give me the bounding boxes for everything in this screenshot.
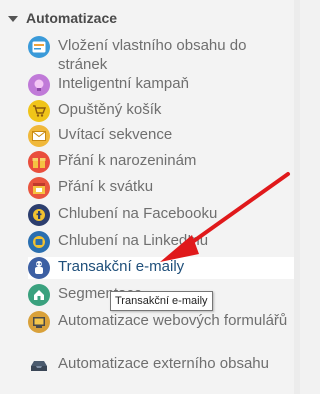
menu-item-label: Uvítací sekvence — [58, 126, 173, 143]
caret-down-icon — [8, 16, 18, 22]
menu-item-opusteny-kosik[interactable]: Opuštěný košík — [28, 100, 298, 122]
menu-item-label: Transakční e-maily — [58, 258, 185, 275]
menu-item-label: Chlubení na Facebooku — [58, 205, 218, 222]
menu-item-uvitaci-sekvence[interactable]: Uvítací sekvence — [28, 125, 298, 147]
menu-item-label: Vložení vlastního obsahu do stránek — [58, 37, 247, 73]
menu-item-label: Inteligentní kampaň — [58, 75, 189, 92]
menu-item-vlozeni-obsahu[interactable]: Vložení vlastního obsahu do stránek — [28, 36, 298, 74]
tooltip: Transakční e-maily — [110, 291, 213, 311]
menu-item-label: Automatizace externího obsahu — [58, 355, 269, 372]
menu-item-inteligentni-kampan[interactable]: Inteligentní kampaň — [28, 74, 298, 96]
menu-item-prani-k-svatku[interactable]: Přání k svátku — [28, 177, 298, 199]
menu-item-label: Přání k narozeninám — [58, 152, 197, 169]
automation-panel: Automatizace Vložení vlastního obsahu do… — [0, 0, 300, 394]
menu-item-label: Přání k svátku — [58, 178, 154, 195]
menu-item-facebook[interactable]: Chlubení na Facebooku — [28, 204, 298, 226]
external-inbox-icon — [28, 354, 50, 376]
shopping-cart-icon — [28, 100, 50, 122]
segment-house-icon — [28, 284, 50, 306]
menu-item-prani-k-narozeninam[interactable]: Přání k narozeninám — [28, 151, 298, 173]
brain-icon — [28, 74, 50, 96]
menu-item-linkedin[interactable]: Chlubení na LinkedInu — [28, 231, 298, 253]
menu-item-label: Opuštěný košík — [58, 101, 162, 118]
robot-icon — [28, 257, 50, 279]
embed-content-icon — [28, 36, 50, 58]
linkedin-icon — [28, 231, 50, 253]
envelope-icon — [28, 125, 50, 147]
menu-item-label: Automatizace webových formulářů — [58, 312, 288, 329]
web-form-icon — [28, 311, 50, 333]
section-header-automatizace[interactable]: Automatizace — [8, 8, 117, 28]
facebook-icon — [28, 204, 50, 226]
menu-item-transakcni-emaily[interactable]: Transakční e-maily — [28, 257, 294, 279]
menu-item-label: Chlubení na LinkedInu — [58, 232, 209, 249]
gift-icon — [28, 151, 50, 173]
menu-item-webove-formulare[interactable]: Automatizace webových formulářů — [28, 311, 298, 333]
calendar-icon — [28, 177, 50, 199]
section-title: Automatizace — [26, 10, 118, 26]
scroll-gutter — [294, 0, 300, 394]
menu-item-externi-obsah[interactable]: Automatizace externího obsahu — [28, 354, 298, 376]
